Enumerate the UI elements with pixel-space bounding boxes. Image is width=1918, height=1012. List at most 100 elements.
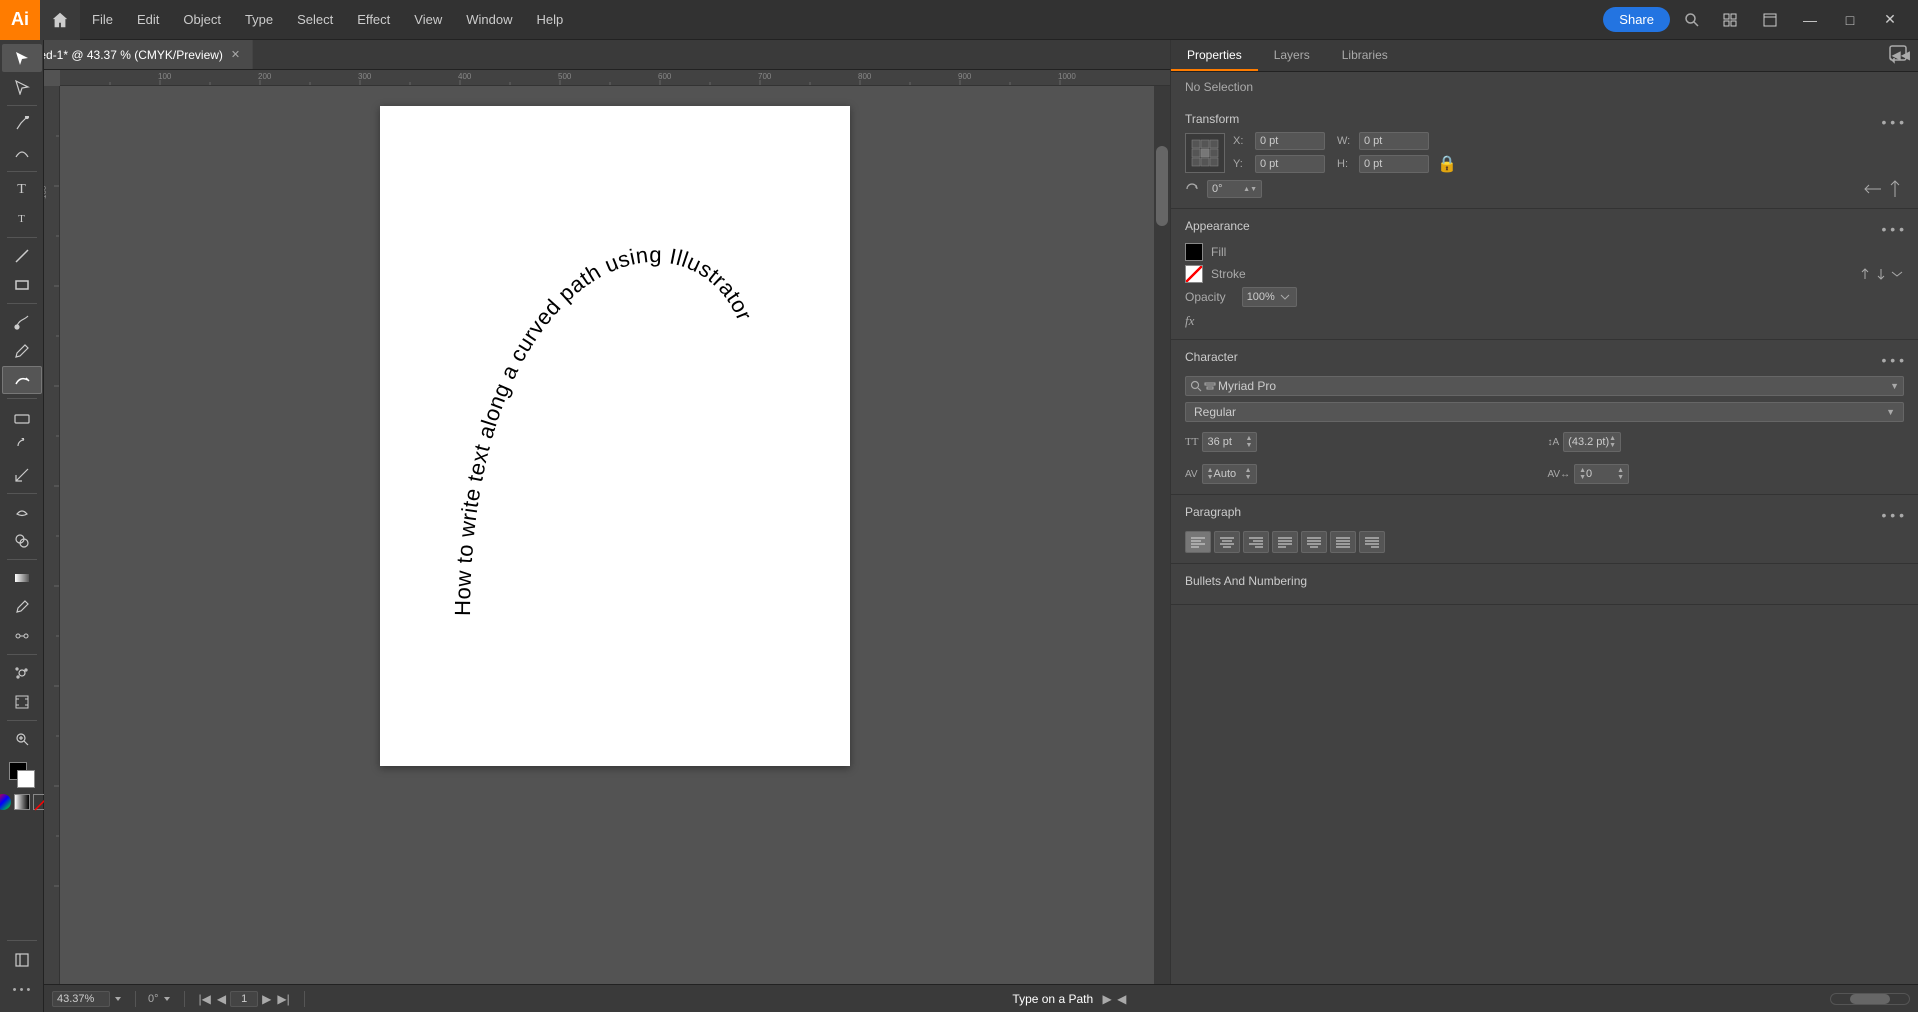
rectangle-tool[interactable] (2, 271, 42, 299)
prev-page-button[interactable]: ◀ (215, 992, 228, 1006)
align-center-button[interactable] (1214, 531, 1240, 553)
share-button[interactable]: Share (1603, 7, 1670, 32)
transform-more-menu[interactable]: • • • (1882, 114, 1904, 130)
status-scrollbar[interactable] (1830, 993, 1910, 1005)
vertical-scroll-thumb[interactable] (1156, 146, 1168, 226)
selection-tool[interactable] (2, 44, 42, 72)
close-button[interactable]: ✕ (1874, 6, 1906, 34)
leading-input[interactable]: (43.2 pt) ▲▼ (1563, 432, 1621, 452)
menu-effect[interactable]: Effect (345, 0, 402, 39)
paragraph-more-menu[interactable]: • • • (1882, 507, 1904, 523)
menu-window[interactable]: Window (454, 0, 524, 39)
dock-button[interactable] (1754, 6, 1786, 34)
font-style-area[interactable]: Regular ▼ (1185, 402, 1904, 422)
next-page-button[interactable]: ▶ (260, 992, 273, 1006)
scale-tool[interactable] (2, 461, 42, 489)
arrange-windows-button[interactable] (1714, 6, 1746, 34)
transform-reference-point[interactable] (1185, 133, 1225, 173)
status-scroll-thumb[interactable] (1850, 994, 1890, 1004)
tab-layers[interactable]: Layers (1258, 40, 1326, 71)
x-input[interactable] (1255, 132, 1325, 150)
libraries-icon[interactable] (2, 946, 42, 974)
rotate-input[interactable]: 0° ▲▼ (1207, 180, 1262, 198)
opacity-more-arrow[interactable] (1278, 290, 1292, 304)
h-input[interactable] (1359, 155, 1429, 173)
flip-vertical-icon[interactable] (1886, 180, 1904, 198)
rotate-tool[interactable] (2, 432, 42, 460)
menu-object[interactable]: Object (171, 0, 233, 39)
appearance-more-menu[interactable]: • • • (1882, 221, 1904, 237)
opacity-input[interactable]: 100% (1242, 287, 1297, 307)
fx-button[interactable]: fx (1185, 313, 1194, 328)
stroke-dropdown-icon[interactable] (1890, 267, 1904, 281)
menu-file[interactable]: File (80, 0, 125, 39)
justify-all-button[interactable] (1330, 531, 1356, 553)
tab-close-icon[interactable]: ✕ (231, 48, 240, 61)
shape-builder-tool[interactable] (2, 527, 42, 555)
stroke-arrow-down[interactable] (1874, 267, 1888, 281)
type-tool[interactable]: T (2, 176, 42, 204)
pen-tool[interactable] (2, 110, 42, 138)
gradient-swatch-icon[interactable] (14, 794, 30, 810)
gradient-tool[interactable] (2, 564, 42, 592)
stroke-swatch[interactable] (1185, 265, 1203, 283)
canvas-content[interactable]: How to write text along a curved path us… (60, 86, 1154, 1012)
panel-collapse-button[interactable]: ◀◀ (1892, 48, 1910, 62)
w-input[interactable] (1359, 132, 1429, 150)
pencil-tool[interactable] (2, 337, 42, 365)
vertical-scrollbar[interactable] (1154, 86, 1170, 996)
tracking-input[interactable]: ▲▼ 0 ▲▼ (1574, 464, 1629, 484)
tool-info-more-icon[interactable]: ▶ (1102, 992, 1111, 1006)
tab-properties[interactable]: Properties (1171, 40, 1258, 71)
page-number-input[interactable] (230, 991, 258, 1007)
first-page-button[interactable]: |◀ (197, 992, 213, 1006)
symbol-sprayer-tool[interactable] (2, 659, 42, 687)
direct-selection-tool[interactable] (2, 73, 42, 101)
touch-type-tool[interactable]: T (2, 205, 42, 233)
menu-edit[interactable]: Edit (125, 0, 171, 39)
flip-horizontal-icon[interactable] (1864, 180, 1882, 198)
justify-left-button[interactable] (1272, 531, 1298, 553)
color-squares[interactable] (9, 762, 35, 788)
font-row: Myriad Pro ▼ (1185, 376, 1904, 396)
y-input[interactable] (1255, 155, 1325, 173)
curvature-tool[interactable] (2, 139, 42, 167)
zoom-tool[interactable] (2, 725, 42, 753)
font-search-area[interactable]: Myriad Pro ▼ (1185, 376, 1904, 396)
more-tools[interactable]: • • • (2, 976, 42, 1004)
stroke-arrow-up[interactable] (1858, 267, 1872, 281)
zoom-input[interactable] (52, 991, 110, 1007)
search-button[interactable] (1678, 6, 1706, 34)
menu-bar: Ai File Edit Object Type Select Effect V… (0, 0, 1918, 40)
paintbrush-tool[interactable] (2, 308, 42, 336)
eraser-tool[interactable] (2, 403, 42, 431)
smooth-tool[interactable] (2, 366, 42, 394)
kerning-input[interactable]: ▲▼ Auto ▲▼ (1202, 464, 1257, 484)
last-page-button[interactable]: ▶| (275, 992, 291, 1006)
warp-tool[interactable] (2, 498, 42, 526)
menu-view[interactable]: View (402, 0, 454, 39)
justify-right-button[interactable] (1359, 531, 1385, 553)
fill-swatch[interactable] (1185, 243, 1203, 261)
justify-center-button[interactable] (1301, 531, 1327, 553)
home-button[interactable] (40, 0, 80, 40)
background-color[interactable] (17, 770, 35, 788)
menu-select[interactable]: Select (285, 0, 345, 39)
menu-type[interactable]: Type (233, 0, 285, 39)
color-mode-icon[interactable] (0, 794, 11, 810)
menu-help[interactable]: Help (524, 0, 575, 39)
tool-info-back-icon[interactable]: ◀ (1117, 992, 1126, 1006)
artboard[interactable]: How to write text along a curved path us… (380, 106, 850, 766)
character-more-menu[interactable]: • • • (1882, 352, 1904, 368)
tab-libraries[interactable]: Libraries (1326, 40, 1404, 71)
align-left-button[interactable] (1185, 531, 1211, 553)
minimize-button[interactable]: — (1794, 6, 1826, 34)
maximize-button[interactable]: □ (1834, 6, 1866, 34)
font-size-input[interactable]: 36 pt ▲▼ (1202, 432, 1257, 452)
blend-tool[interactable] (2, 622, 42, 650)
artboard-tool[interactable] (2, 688, 42, 716)
align-right-button[interactable] (1243, 531, 1269, 553)
constrain-proportions-icon[interactable]: 🔒 (1437, 154, 1457, 174)
line-tool[interactable] (2, 242, 42, 270)
eyedropper-tool[interactable] (2, 593, 42, 621)
